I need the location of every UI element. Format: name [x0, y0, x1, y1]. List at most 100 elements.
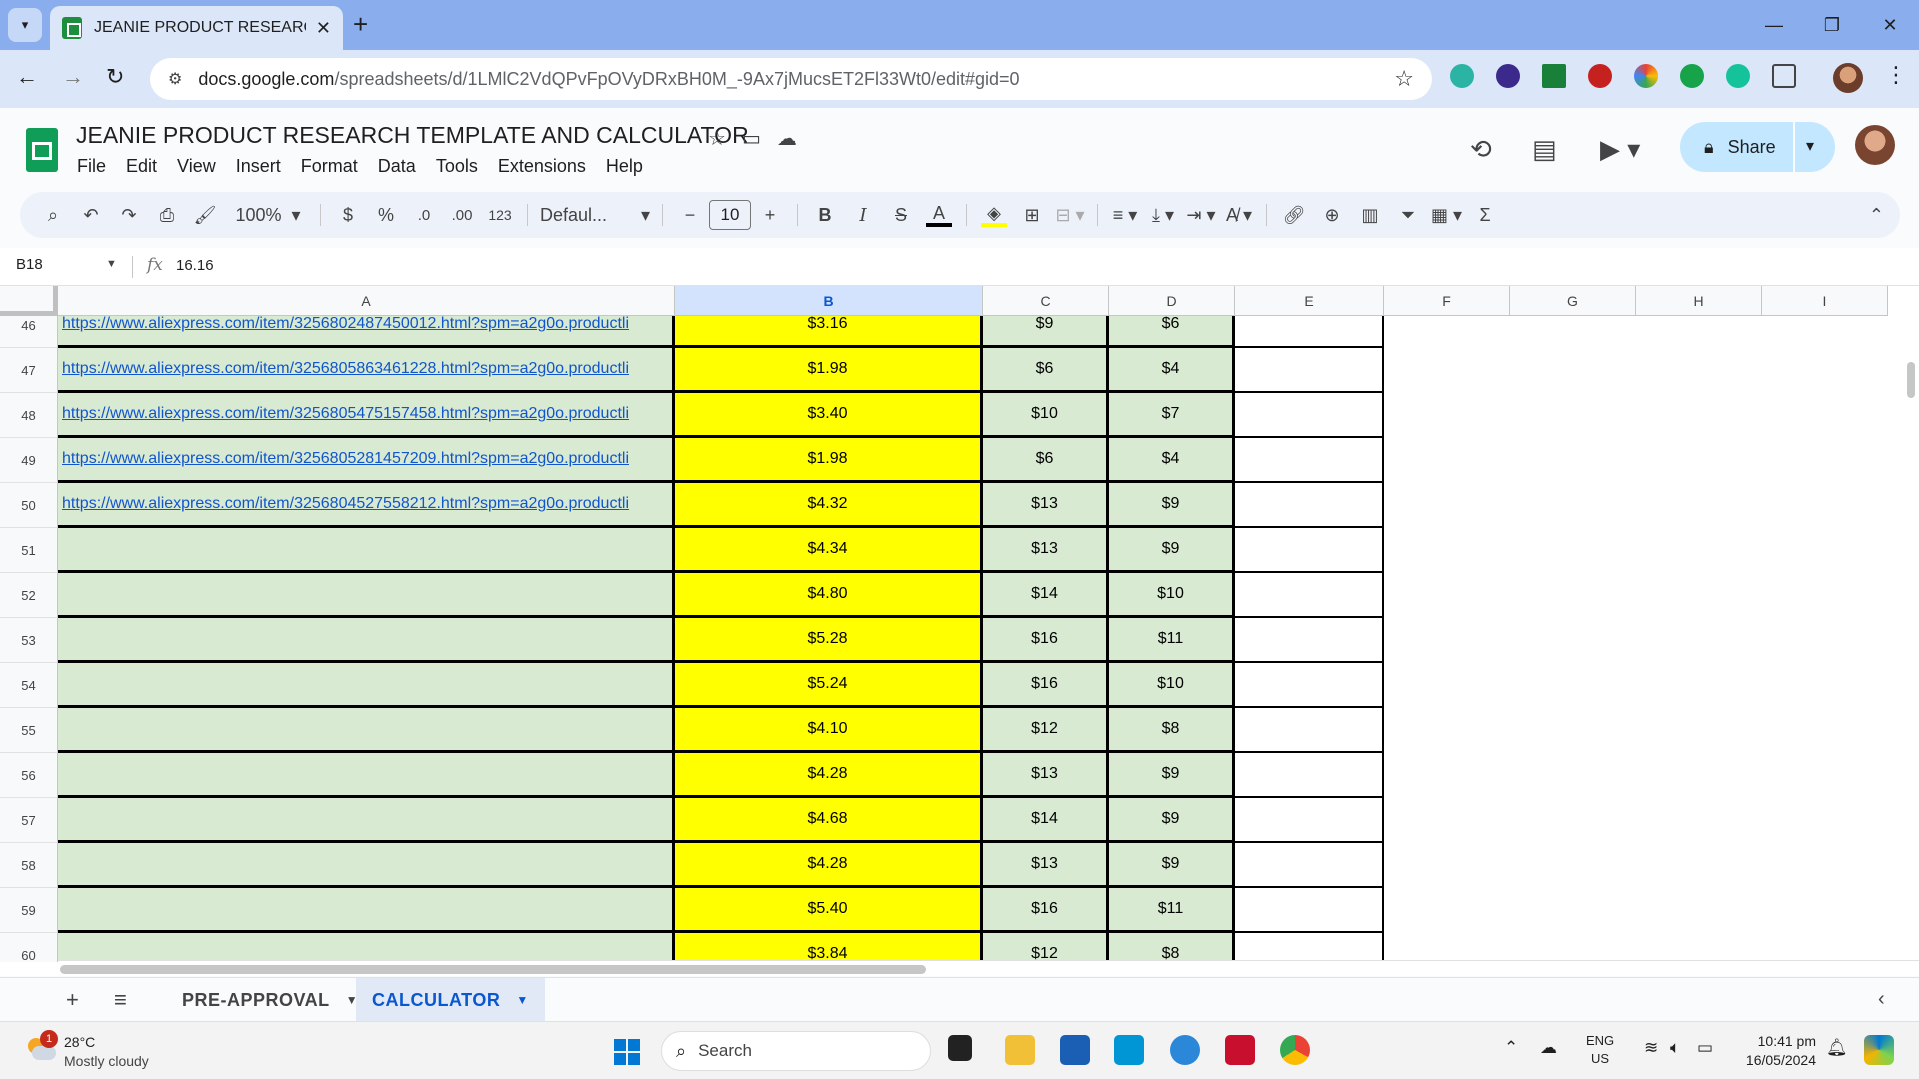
onedrive-icon[interactable]: ☁	[1540, 1038, 1557, 1058]
close-tab-icon[interactable]: ✕	[316, 18, 331, 39]
browser-tab[interactable]: JEANIE PRODUCT RESEARCH TE ✕	[50, 6, 343, 50]
help-icon[interactable]	[1170, 1035, 1200, 1065]
functions-icon[interactable]: Σ	[1470, 199, 1500, 231]
extension-2-icon[interactable]	[1496, 64, 1520, 88]
menu-help[interactable]: Help	[606, 156, 643, 177]
column-header-f[interactable]: F	[1384, 286, 1510, 316]
cell-b[interactable]: $4.32	[675, 483, 983, 528]
cell-d[interactable]: $9	[1109, 528, 1235, 573]
comments-icon[interactable]: ▤	[1532, 134, 1557, 165]
menu-file[interactable]: File	[77, 156, 106, 177]
merge-cells-icon[interactable]: ⊟ ▾	[1055, 199, 1085, 231]
close-window-icon[interactable]: ✕	[1861, 0, 1919, 50]
column-header-i[interactable]: I	[1762, 286, 1888, 316]
cell-e[interactable]	[1235, 483, 1384, 528]
menu-edit[interactable]: Edit	[126, 156, 157, 177]
menu-data[interactable]: Data	[378, 156, 416, 177]
decrease-font-size-icon[interactable]: −	[675, 199, 705, 231]
row-header[interactable]: 51	[0, 528, 58, 573]
grammarly-icon[interactable]	[1726, 64, 1750, 88]
cell-e[interactable]	[1235, 618, 1384, 663]
row-header[interactable]: 56	[0, 753, 58, 798]
collapse-sidepanel-icon[interactable]: ‹	[1878, 988, 1885, 1011]
column-header-d[interactable]: D	[1109, 286, 1235, 316]
sheet-tab-menu-icon[interactable]: ▼	[516, 993, 528, 1007]
cell-b[interactable]: $4.68	[675, 798, 983, 843]
user-avatar[interactable]	[1855, 125, 1895, 165]
star-icon[interactable]: ☆	[708, 126, 726, 151]
cell-e[interactable]	[1235, 393, 1384, 438]
cell-link[interactable]: https://www.aliexpress.com/item/32568058…	[58, 348, 675, 393]
site-info-icon[interactable]: ⚙	[168, 69, 182, 89]
column-header-b[interactable]: B	[675, 286, 983, 316]
cell-d[interactable]: $8	[1109, 933, 1235, 962]
cell-d[interactable]: $8	[1109, 708, 1235, 753]
vertical-scrollbar[interactable]	[1903, 318, 1919, 958]
cell-a[interactable]	[58, 798, 675, 843]
extensions-puzzle-icon[interactable]	[1772, 64, 1796, 88]
sheets-logo-icon[interactable]	[26, 128, 58, 172]
cell-a[interactable]	[58, 753, 675, 798]
row-header[interactable]: 57	[0, 798, 58, 843]
cell-a[interactable]	[58, 888, 675, 933]
share-dropdown-icon[interactable]: ▾	[1806, 136, 1814, 156]
cell-b[interactable]: $1.98	[675, 348, 983, 393]
row-header[interactable]: 50	[0, 483, 58, 528]
name-box[interactable]: B18	[16, 256, 116, 273]
cell-b[interactable]: $3.40	[675, 393, 983, 438]
version-history-icon[interactable]: ⟲	[1470, 134, 1492, 165]
text-color-button[interactable]: A	[924, 199, 954, 231]
browser-menu-icon[interactable]: ⋮	[1885, 62, 1907, 88]
select-all-corner[interactable]	[0, 286, 58, 316]
cell-d[interactable]: $11	[1109, 888, 1235, 933]
font-size-input[interactable]: 10	[709, 200, 751, 230]
cell-c[interactable]: $13	[983, 483, 1109, 528]
decrease-decimal-button[interactable]: .0	[409, 199, 439, 231]
row-header[interactable]: 48	[0, 393, 58, 438]
clock[interactable]: 10:41 pm 16/05/2024	[1738, 1032, 1816, 1070]
cell-d[interactable]: $4	[1109, 348, 1235, 393]
cell-c[interactable]: $16	[983, 888, 1109, 933]
cell-e[interactable]	[1235, 528, 1384, 573]
language-indicator[interactable]: ENG US	[1586, 1032, 1614, 1068]
cell-d[interactable]: $11	[1109, 618, 1235, 663]
cell-a[interactable]	[58, 618, 675, 663]
start-button[interactable]	[614, 1039, 640, 1065]
cell-e[interactable]	[1235, 933, 1384, 962]
column-header-a[interactable]: A	[58, 286, 675, 316]
cell-c[interactable]: $14	[983, 798, 1109, 843]
cell-e[interactable]	[1235, 798, 1384, 843]
cell-a[interactable]	[58, 528, 675, 573]
column-header-c[interactable]: C	[983, 286, 1109, 316]
borders-icon[interactable]: ⊞	[1017, 199, 1047, 231]
vertical-align-icon[interactable]: ⤓ ▾	[1148, 199, 1178, 231]
row-header[interactable]: 47	[0, 348, 58, 393]
cell-e[interactable]	[1235, 708, 1384, 753]
task-view-icon[interactable]	[948, 1035, 972, 1061]
cell-c[interactable]: $13	[983, 528, 1109, 573]
sheet-tab-calculator[interactable]: CALCULATOR ▼	[356, 978, 545, 1022]
row-header[interactable]: 54	[0, 663, 58, 708]
file-explorer-icon[interactable]	[1005, 1035, 1035, 1065]
menu-extensions[interactable]: Extensions	[498, 156, 586, 177]
bookmark-star-icon[interactable]: ☆	[1394, 66, 1414, 92]
cell-b[interactable]: $4.28	[675, 843, 983, 888]
cell-d[interactable]: $10	[1109, 663, 1235, 708]
back-icon[interactable]: ←	[16, 64, 38, 90]
cell-b[interactable]: $5.28	[675, 618, 983, 663]
add-sheet-icon[interactable]: +	[66, 987, 79, 1013]
horizontal-scrollbar[interactable]	[0, 960, 1919, 976]
more-formats-button[interactable]: 123	[485, 199, 515, 231]
weather-temp[interactable]: 28°C	[64, 1034, 95, 1050]
menu-format[interactable]: Format	[301, 156, 358, 177]
reload-icon[interactable]: ↻	[106, 64, 124, 90]
meet-video-icon[interactable]: ▶ ▾	[1600, 134, 1640, 165]
collapse-toolbar-icon[interactable]: ⌃	[1869, 205, 1884, 226]
taskbar-search[interactable]: ⌕ Search	[661, 1031, 931, 1071]
restore-icon[interactable]: ❐	[1803, 0, 1861, 50]
minimize-icon[interactable]: —	[1745, 0, 1803, 50]
cell-e[interactable]	[1235, 753, 1384, 798]
percent-format-button[interactable]: %	[371, 199, 401, 231]
insert-chart-icon[interactable]: ▥	[1355, 199, 1385, 231]
font-select[interactable]: Defaul... ▾	[540, 199, 650, 231]
